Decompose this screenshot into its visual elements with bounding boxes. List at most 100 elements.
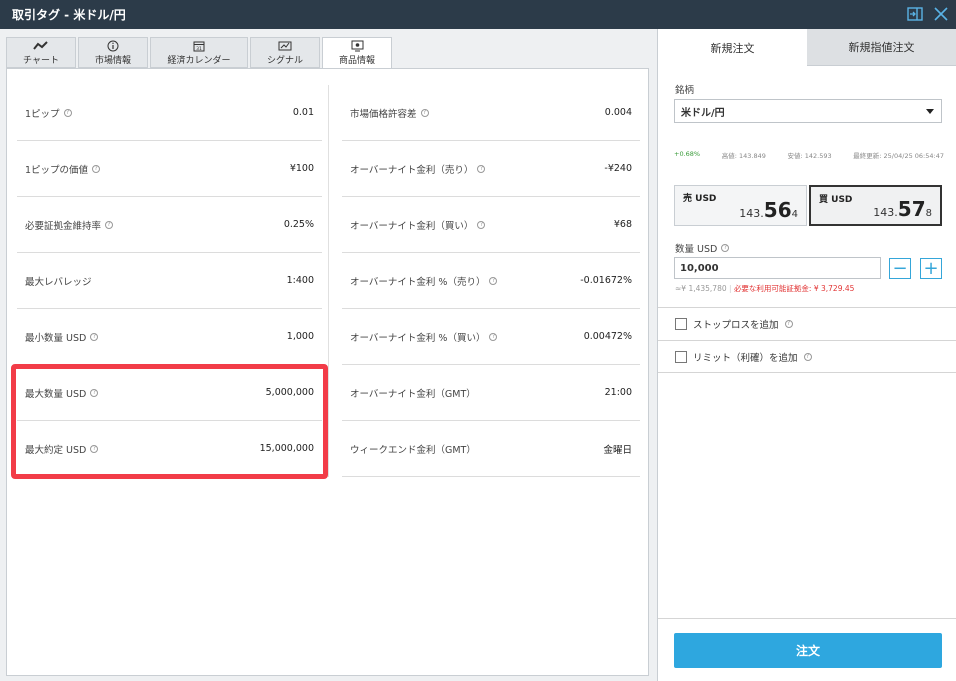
help-icon[interactable]: ? (721, 244, 730, 252)
margin-note: 必要な利用可能証拠金: ¥ 3,729.45 (733, 284, 855, 293)
info-row: オーバーナイト金利 %（売り）? -0.01672% (342, 253, 640, 309)
info-label: オーバーナイト金利（GMT） (350, 388, 476, 400)
info-value: -0.01672% (580, 275, 632, 286)
info-label: オーバーナイト金利 %（売り） (350, 276, 486, 288)
info-label: 最大レバレッジ (25, 276, 92, 288)
info-panel: チャート 市場情報 31 経済カレンダー シグナル 商品情報 1ピップ? 0.01… (0, 29, 657, 681)
quantity-input[interactable]: 10,000 (674, 257, 881, 279)
window-title: 取引タグ - 米ドル/円 (12, 8, 126, 22)
help-icon[interactable]: ? (489, 276, 498, 285)
help-icon[interactable]: ? (420, 108, 429, 117)
quantity-label: 数量 USD? (675, 241, 730, 255)
info-value: 21:00 (604, 387, 632, 398)
help-icon[interactable]: ? (90, 332, 99, 341)
high-value: 143.849 (738, 152, 766, 160)
help-icon[interactable]: ? (489, 332, 498, 341)
info-row: ウィークエンド金利（GMT） 金曜日 (342, 421, 640, 477)
increase-button[interactable]: + (920, 258, 942, 279)
help-icon[interactable]: ? (90, 444, 99, 453)
submit-order-button[interactable]: 注文 (674, 633, 942, 668)
sell-price: 143.564 (739, 198, 798, 222)
svg-text:31: 31 (196, 46, 202, 52)
tab-label: 市場情報 (94, 55, 131, 66)
tab-market-info[interactable]: 市場情報 (78, 37, 148, 68)
info-column-left: 1ピップ? 0.01 1ピップの価値? ¥100 必要証拠金維持率? 0.25% 最大… (17, 85, 322, 477)
buy-label: 買 USD (819, 195, 853, 205)
stoploss-checkbox[interactable] (675, 318, 687, 330)
info-value: -¥240 (604, 163, 632, 174)
order-footer: 注文 (658, 618, 956, 681)
info-label: ウィークエンド金利（GMT） (350, 444, 476, 456)
symbol-value: 米ドル/円 (681, 107, 725, 119)
signal-icon (278, 40, 292, 52)
info-row: 最大レバレッジ 1:400 (17, 253, 322, 309)
decrease-button[interactable]: − (889, 258, 911, 279)
info-value: 15,000,000 (259, 443, 314, 454)
info-row: 市場価格許容差? 0.004 (342, 85, 640, 141)
info-label: 最大約定 USD (25, 444, 87, 456)
tab-signal[interactable]: シグナル (250, 37, 320, 68)
info-value: 0.004 (604, 107, 632, 118)
product-info-content: 1ピップ? 0.01 1ピップの価値? ¥100 必要証拠金維持率? 0.25% 最大… (6, 68, 649, 676)
help-icon[interactable]: ? (63, 108, 72, 117)
tab-new-order[interactable]: 新規注文 (658, 29, 807, 66)
tab-economic-calendar[interactable]: 31 経済カレンダー (150, 37, 248, 68)
info-value: 金曜日 (603, 444, 632, 456)
help-icon[interactable]: ? (477, 164, 486, 173)
sell-quote-button[interactable]: 売 USD 143.564 (674, 185, 807, 226)
close-icon[interactable] (932, 5, 950, 23)
tab-chart[interactable]: チャート (6, 37, 76, 68)
info-label: オーバーナイト金利（買い） (350, 220, 474, 232)
info-label: 最大数量 USD (25, 388, 87, 400)
info-row: オーバーナイト金利 %（買い）? 0.00472% (342, 309, 640, 365)
info-row: 最大数量 USD? 5,000,000 (17, 365, 322, 421)
help-icon[interactable]: ? (784, 320, 793, 328)
tab-label: 経済カレンダー (167, 55, 231, 66)
limit-checkbox[interactable] (675, 350, 687, 363)
info-label: オーバーナイト金利 %（買い） (350, 332, 486, 344)
info-tabs: チャート 市場情報 31 経済カレンダー シグナル 商品情報 (6, 37, 392, 69)
price-stats: +0.68% 高値: 143.849 安値: 142.593 最終更新: 25/… (674, 150, 944, 160)
info-label: 1ピップの価値 (25, 164, 89, 176)
high-label: 高値: (721, 152, 737, 160)
info-value: 1,000 (286, 331, 314, 342)
info-label: 必要証拠金維持率 (25, 220, 102, 232)
info-row: 最小数量 USD? 1,000 (17, 309, 322, 365)
info-value: 5,000,000 (265, 387, 314, 398)
info-row: オーバーナイト金利（買い）? ¥68 (342, 197, 640, 253)
help-icon[interactable]: ? (105, 220, 114, 229)
info-label: 市場価格許容差 (350, 108, 417, 120)
info-label: 最小数量 USD (25, 332, 87, 344)
tab-label: シグナル (266, 55, 303, 66)
limit-row: リミット（利確）を追加 ? (658, 340, 956, 373)
help-icon[interactable]: ? (803, 352, 812, 361)
info-value: ¥100 (289, 163, 314, 174)
info-value: ¥68 (613, 219, 632, 230)
low-value: 142.593 (804, 152, 832, 160)
info-column-right: 市場価格許容差? 0.004 オーバーナイト金利（売り）? -¥240 オーバーナイ… (342, 85, 640, 477)
help-icon[interactable]: ? (92, 164, 101, 173)
tab-label: 商品情報 (338, 56, 375, 66)
info-icon (107, 40, 119, 52)
info-row: オーバーナイト金利（GMT） 21:00 (342, 365, 640, 421)
chart-line-icon (33, 40, 49, 52)
info-value: 0.00472% (583, 331, 632, 342)
help-icon[interactable]: ? (477, 220, 486, 229)
help-icon[interactable]: ? (90, 388, 99, 397)
low-label: 安値: (787, 152, 803, 160)
order-panel: 新規注文 新規指値注文 銘柄 米ドル/円 +0.68% 高値: 143.849 … (657, 29, 956, 681)
chevron-down-icon (926, 109, 934, 114)
tab-limit-order[interactable]: 新規指値注文 (807, 29, 956, 66)
info-value: 0.25% (283, 219, 314, 230)
symbol-select[interactable]: 米ドル/円 (674, 99, 942, 123)
tab-product-info[interactable]: 商品情報 (322, 37, 392, 69)
limit-label: リミット（利確）を追加 (693, 352, 798, 364)
info-row: 最大約定 USD? 15,000,000 (17, 421, 322, 477)
info-row: 1ピップの価値? ¥100 (17, 141, 322, 197)
dock-icon[interactable] (906, 5, 924, 23)
change-percent: +0.68% (674, 150, 701, 158)
info-row: オーバーナイト金利（売り）? -¥240 (342, 141, 640, 197)
buy-quote-button[interactable]: 買 USD 143.578 (809, 185, 942, 226)
quantity-equivalent: ≈¥ 1,435,780 (675, 284, 727, 293)
info-value: 1:400 (286, 275, 314, 286)
